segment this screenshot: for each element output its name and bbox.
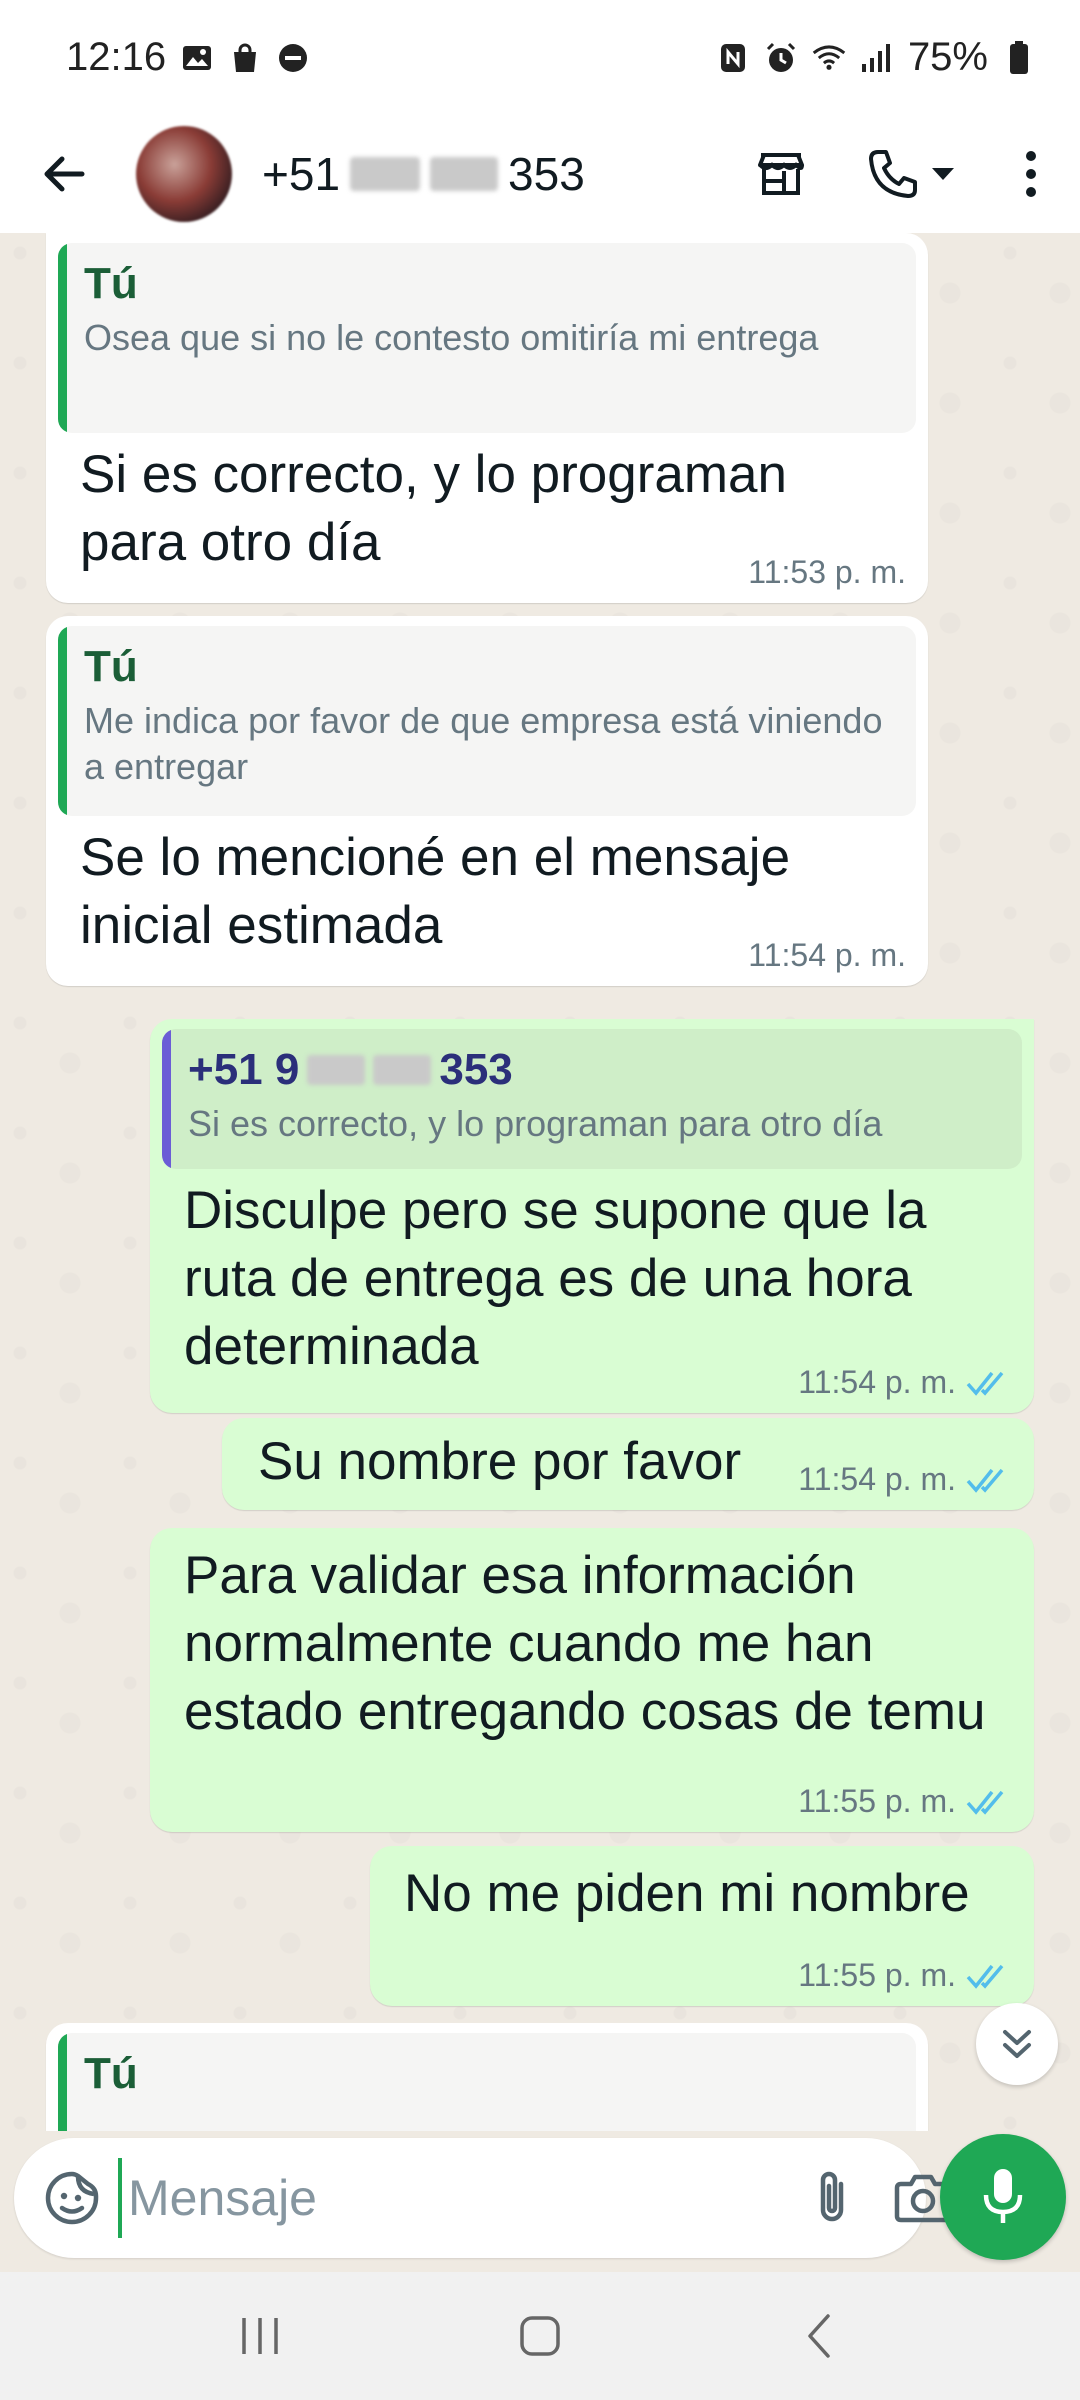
outgoing-message[interactable]: +51 9 353 Si es correcto, y lo programan… <box>150 1019 1034 1413</box>
voice-message-button[interactable] <box>940 2134 1066 2260</box>
status-left: 12:16 <box>66 35 310 80</box>
status-time: 12:16 <box>66 35 167 79</box>
quote-author-suffix: 353 <box>439 1045 513 1094</box>
back-nav-button[interactable] <box>775 2291 865 2381</box>
mic-icon <box>983 2169 1023 2223</box>
quote-text: Si es correcto, y lo programan para otro… <box>188 1103 883 1144</box>
quoted-reply[interactable]: Tú Me indica por favor de que empresa es… <box>58 626 916 816</box>
avatar[interactable] <box>136 126 232 222</box>
contact-suffix: 353 <box>508 148 585 200</box>
quoted-reply[interactable]: Tú Osea que si no le contesto omitiría m… <box>58 243 916 433</box>
redacted-digits <box>430 157 499 191</box>
more-options-button[interactable] <box>1006 139 1056 209</box>
alarm-icon <box>764 41 798 75</box>
double-chevron-down-icon <box>1003 2030 1031 2058</box>
nfc-icon <box>716 41 750 75</box>
scroll-to-bottom-button[interactable] <box>976 2003 1058 2085</box>
recent-apps-button[interactable] <box>215 2291 305 2381</box>
message-text: Disculpe pero se supone que la ruta de e… <box>184 1181 927 1376</box>
phone-icon <box>869 150 917 198</box>
message-time: 11:54 p. m. <box>748 937 906 973</box>
paperclip-icon <box>820 2171 844 2222</box>
incoming-message[interactable]: Tú <box>46 2023 928 2131</box>
gallery-notification-icon <box>180 41 214 75</box>
status-right: 75% <box>716 35 1036 80</box>
recent-apps-icon <box>242 2318 278 2354</box>
status-bar: 12:16 75% <box>0 0 1080 115</box>
do-not-disturb-icon <box>276 41 310 75</box>
message-meta: 11:55 p. m. <box>798 1957 1012 1994</box>
quote-author: Tú <box>84 642 138 691</box>
message-meta: 11:54 p. m. <box>798 1364 1012 1401</box>
message-meta: 11:55 p. m. <box>798 1783 1012 1820</box>
message-meta: 11:53 p. m. <box>748 554 906 591</box>
back-arrow-icon <box>44 156 85 192</box>
sticker-button[interactable] <box>42 2165 102 2231</box>
chevron-down-icon <box>932 168 954 180</box>
battery-icon <box>1002 40 1036 75</box>
call-button[interactable] <box>846 139 976 209</box>
incoming-message[interactable]: Tú Osea que si no le contesto omitiría m… <box>46 233 928 603</box>
message-time: 11:55 p. m. <box>798 1957 956 1993</box>
quoted-reply[interactable]: +51 9 353 Si es correcto, y lo programan… <box>162 1029 1022 1169</box>
system-nav-bar <box>0 2272 1080 2400</box>
message-time: 11:54 p. m. <box>798 1461 956 1497</box>
store-button[interactable] <box>746 139 816 209</box>
message-input[interactable] <box>118 2158 771 2238</box>
message-time: 11:53 p. m. <box>748 554 906 590</box>
message-meta: 11:54 p. m. <box>748 937 906 974</box>
wifi-icon <box>812 41 846 75</box>
contact-prefix: +51 <box>262 148 341 200</box>
quote-author: Tú <box>84 259 138 308</box>
attach-button[interactable] <box>807 2158 857 2238</box>
chat-area[interactable]: Tú Osea que si no le contesto omitiría m… <box>0 233 1080 2131</box>
quote-author: Tú <box>84 2049 138 2098</box>
signal-icon <box>860 41 894 75</box>
chat-header: +51 353 <box>0 115 1080 233</box>
store-icon <box>758 153 804 195</box>
shopping-bag-icon <box>228 41 262 75</box>
read-ticks-icon <box>966 1468 1004 1493</box>
more-vert-icon <box>1026 151 1036 197</box>
read-ticks-icon <box>966 1371 1004 1396</box>
message-meta: 11:54 p. m. <box>798 1461 1012 1498</box>
sticker-icon <box>45 2171 99 2225</box>
contact-name[interactable]: +51 353 <box>262 147 746 201</box>
home-icon <box>520 2316 560 2356</box>
redacted-digits <box>307 1055 366 1085</box>
quote-author: +51 9 353 <box>188 1045 998 1095</box>
quote-text: Osea que si no le contesto omitiría mi e… <box>84 317 819 358</box>
outgoing-message[interactable]: Su nombre por favor 11:54 p. m. <box>222 1418 1034 1510</box>
quote-author-prefix: +51 9 <box>188 1045 300 1094</box>
read-ticks-icon <box>966 1964 1004 1989</box>
message-text: No me piden mi nombre <box>404 1864 970 1923</box>
header-actions <box>746 139 1056 209</box>
back-nav-icon <box>808 2314 830 2358</box>
message-time: 11:55 p. m. <box>798 1783 956 1819</box>
outgoing-message[interactable]: Para validar esa información normalmente… <box>150 1528 1034 1832</box>
battery-percent: 75% <box>907 35 988 79</box>
home-button[interactable] <box>495 2291 585 2381</box>
quote-text: Me indica por favor de que empresa está … <box>84 700 883 787</box>
message-text: Para validar esa información normalmente… <box>184 1546 986 1741</box>
incoming-message[interactable]: Tú Me indica por favor de que empresa es… <box>46 616 928 986</box>
outgoing-message[interactable]: No me piden mi nombre 11:55 p. m. <box>370 1846 1034 2006</box>
message-composer <box>14 2138 952 2258</box>
read-ticks-icon <box>966 1790 1004 1815</box>
redacted-digits <box>373 1055 432 1085</box>
back-button[interactable] <box>28 138 100 210</box>
quoted-reply[interactable]: Tú <box>58 2033 916 2131</box>
message-time: 11:54 p. m. <box>798 1364 956 1400</box>
redacted-digits <box>350 157 421 191</box>
